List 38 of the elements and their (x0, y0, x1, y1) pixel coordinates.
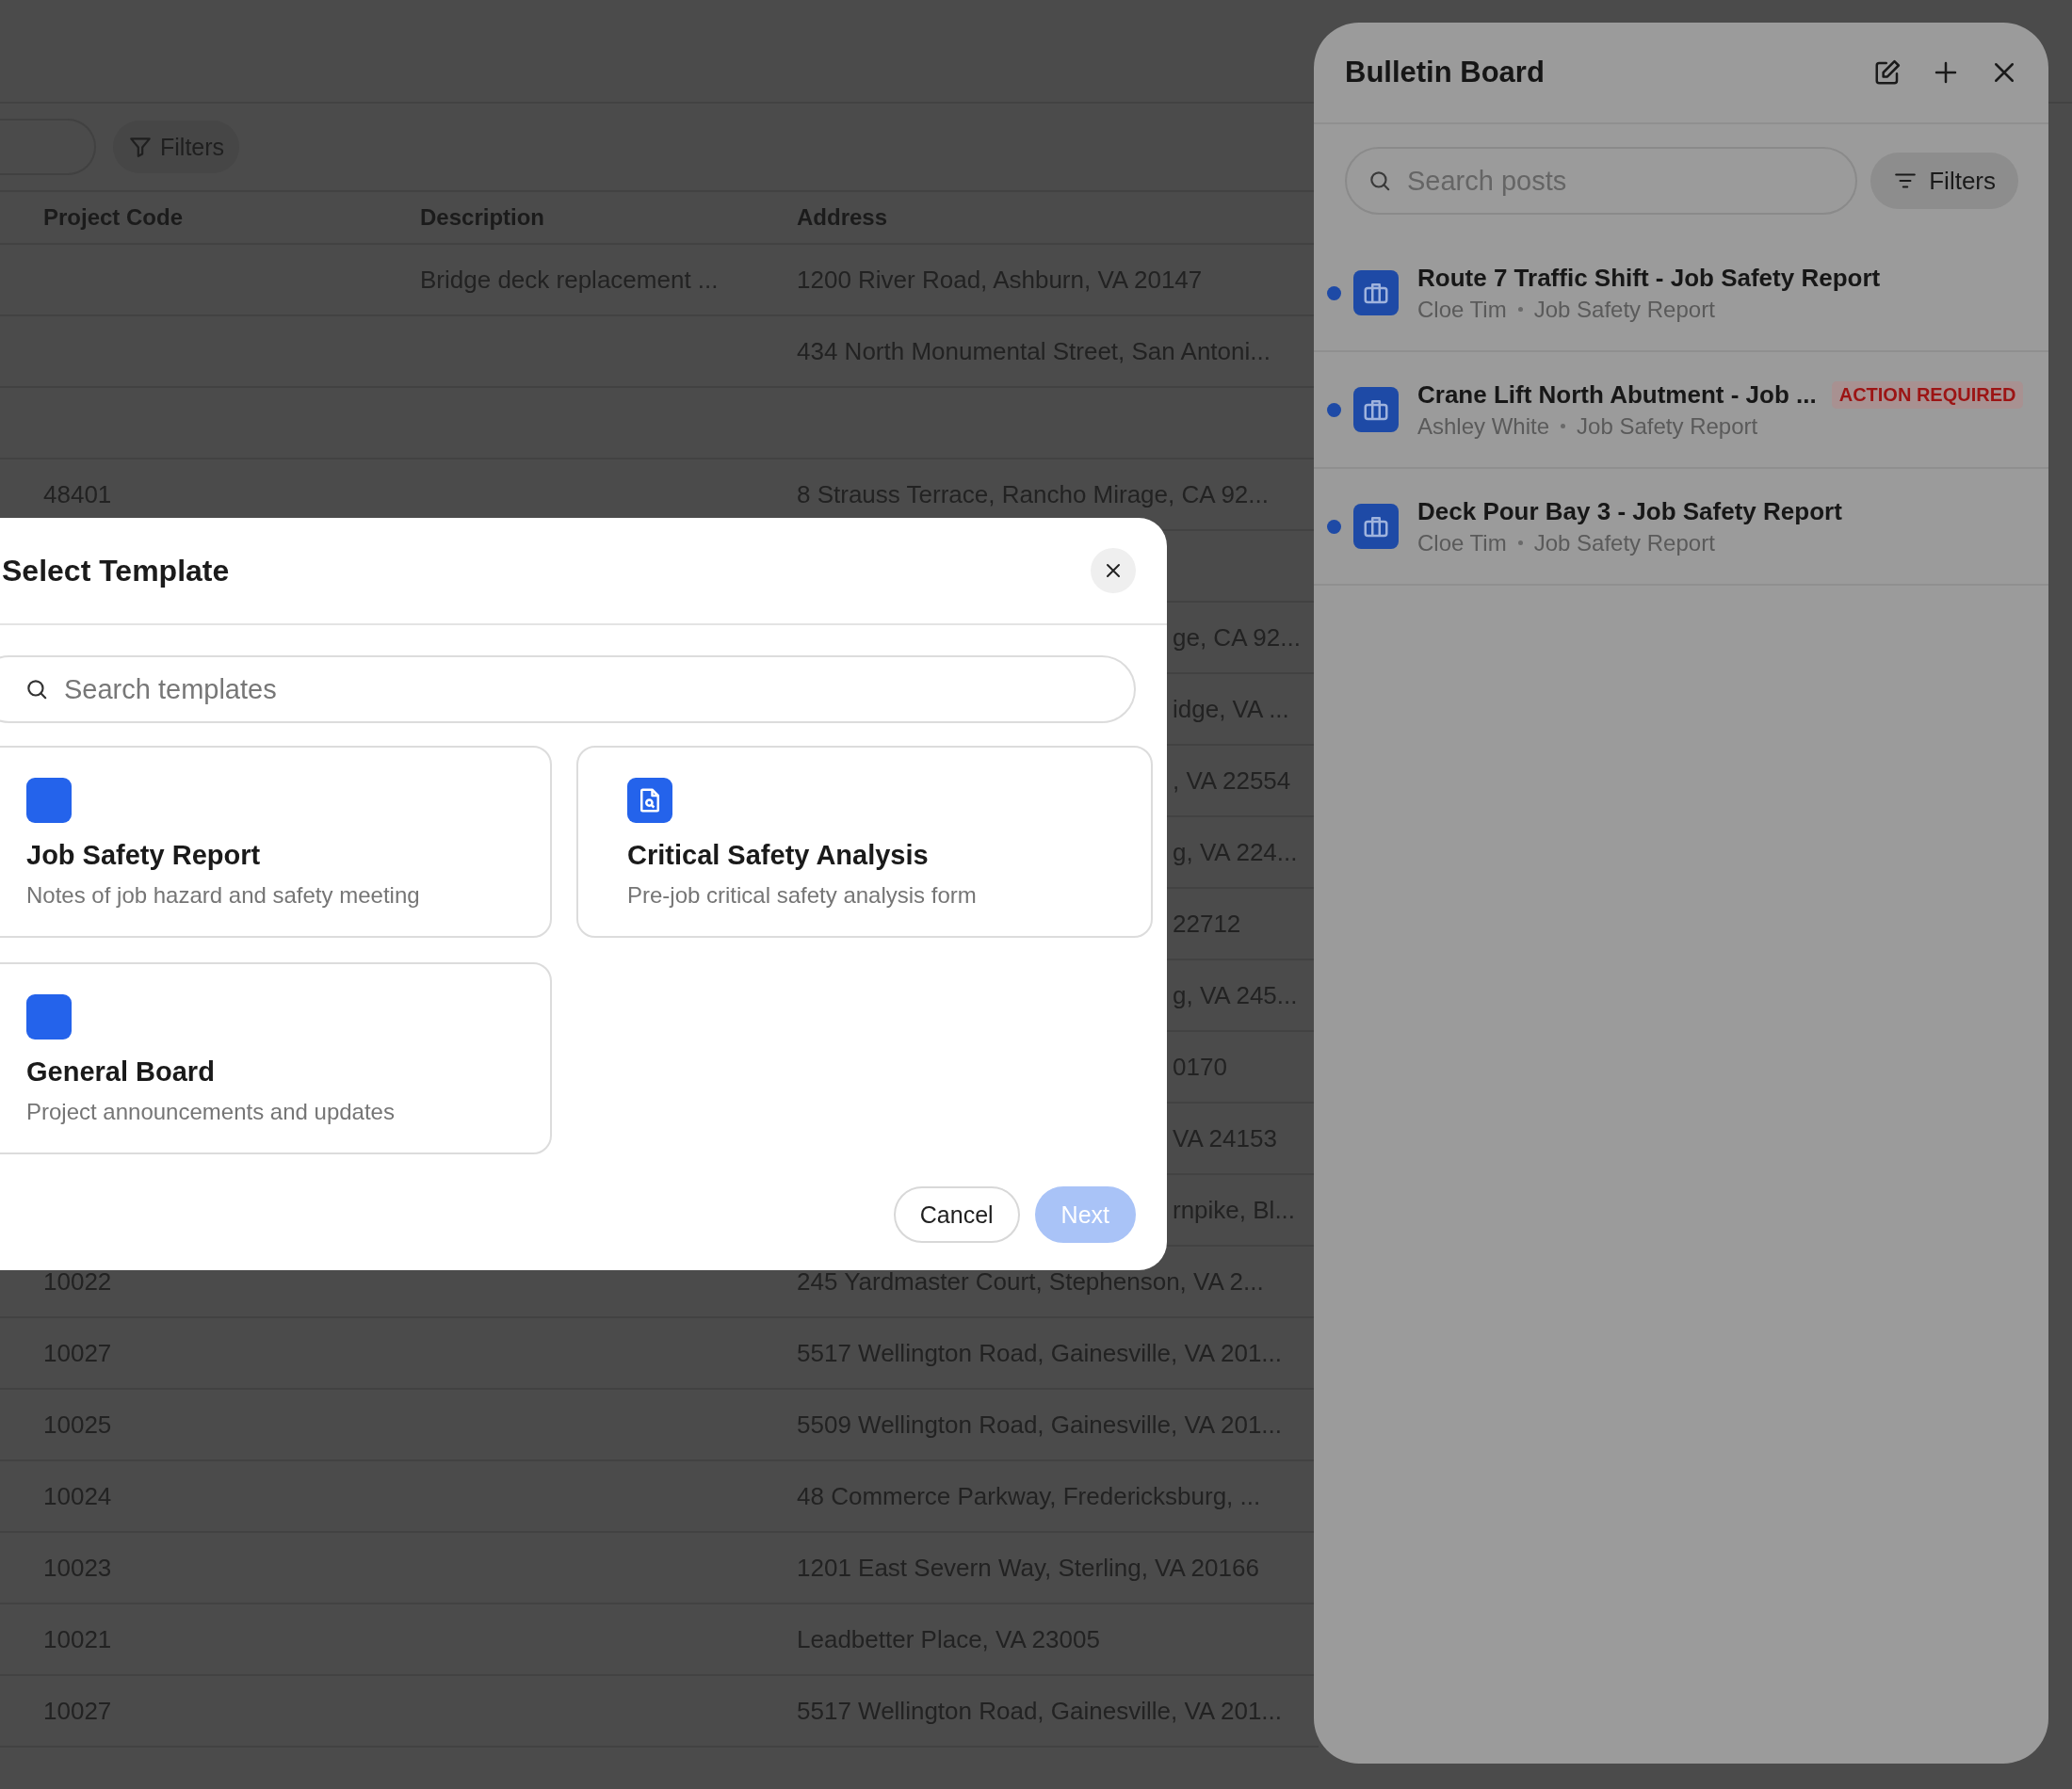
post-type: Job Safety Report (1533, 529, 1715, 556)
post-author: Ashley White (1417, 412, 1550, 440)
template-card[interactable]: Job Safety Report Notes of job hazard and safety meeting (0, 746, 552, 938)
template-icon (26, 994, 72, 1040)
post-title: Deck Pour Bay 3 - Job Safety Report (1417, 496, 1842, 526)
template-icon (26, 778, 72, 823)
post-type: Job Safety Report (1577, 412, 1758, 440)
funnel-icon (128, 135, 153, 159)
post-item[interactable]: Deck Pour Bay 3 - Job Safety Report Cloe Tim Job Safety Report (1314, 469, 2048, 586)
template-title: General Board (26, 1056, 216, 1088)
post-title: Route 7 Traffic Shift - Job Safety Report (1417, 263, 1881, 293)
post-type-icon (1353, 270, 1399, 315)
template-description: Project announcements and updates (26, 1099, 396, 1125)
status-badge: ACTION REQUIRED (1831, 380, 2024, 409)
document-search-icon (627, 778, 672, 823)
post-author: Cloe Tim (1417, 529, 1507, 556)
template-description: Notes of job hazard and safety meeting (26, 882, 421, 909)
template-description: Pre-job critical safety analysis form (627, 882, 978, 909)
template-title: Critical Safety Analysis (627, 840, 930, 871)
post-title: Crane Lift North Abutment - Job ... (1417, 379, 1817, 410)
filters-button[interactable]: Filters (1870, 153, 2018, 209)
post-type: Job Safety Report (1533, 296, 1715, 323)
search-icon (1368, 169, 1392, 193)
close-button[interactable] (1091, 548, 1136, 593)
template-title: Job Safety Report (26, 840, 262, 871)
template-card[interactable]: General Board Project announcements and updates (0, 962, 552, 1154)
panel-title: Bulletin Board (1345, 56, 1546, 89)
edit-button[interactable] (1873, 58, 1902, 87)
post-author: Cloe Tim (1417, 296, 1507, 323)
edit-icon (1873, 58, 1902, 87)
post-type-icon (1353, 504, 1399, 549)
post-item[interactable]: Crane Lift North Abutment - Job ... ACTION REQUIRED Ashley White Job Safety Report (1314, 352, 2048, 469)
search-icon (24, 677, 49, 701)
post-type-icon (1353, 387, 1399, 432)
cancel-button[interactable]: Cancel (893, 1186, 1020, 1243)
template-card[interactable]: Critical Safety Analysis Pre-job critical safety analysis form (576, 746, 1153, 938)
post-item[interactable]: Route 7 Traffic Shift - Job Safety Report Cloe Tim Job Safety Report (1314, 235, 2048, 352)
dialog-title: Select Template (2, 553, 231, 588)
